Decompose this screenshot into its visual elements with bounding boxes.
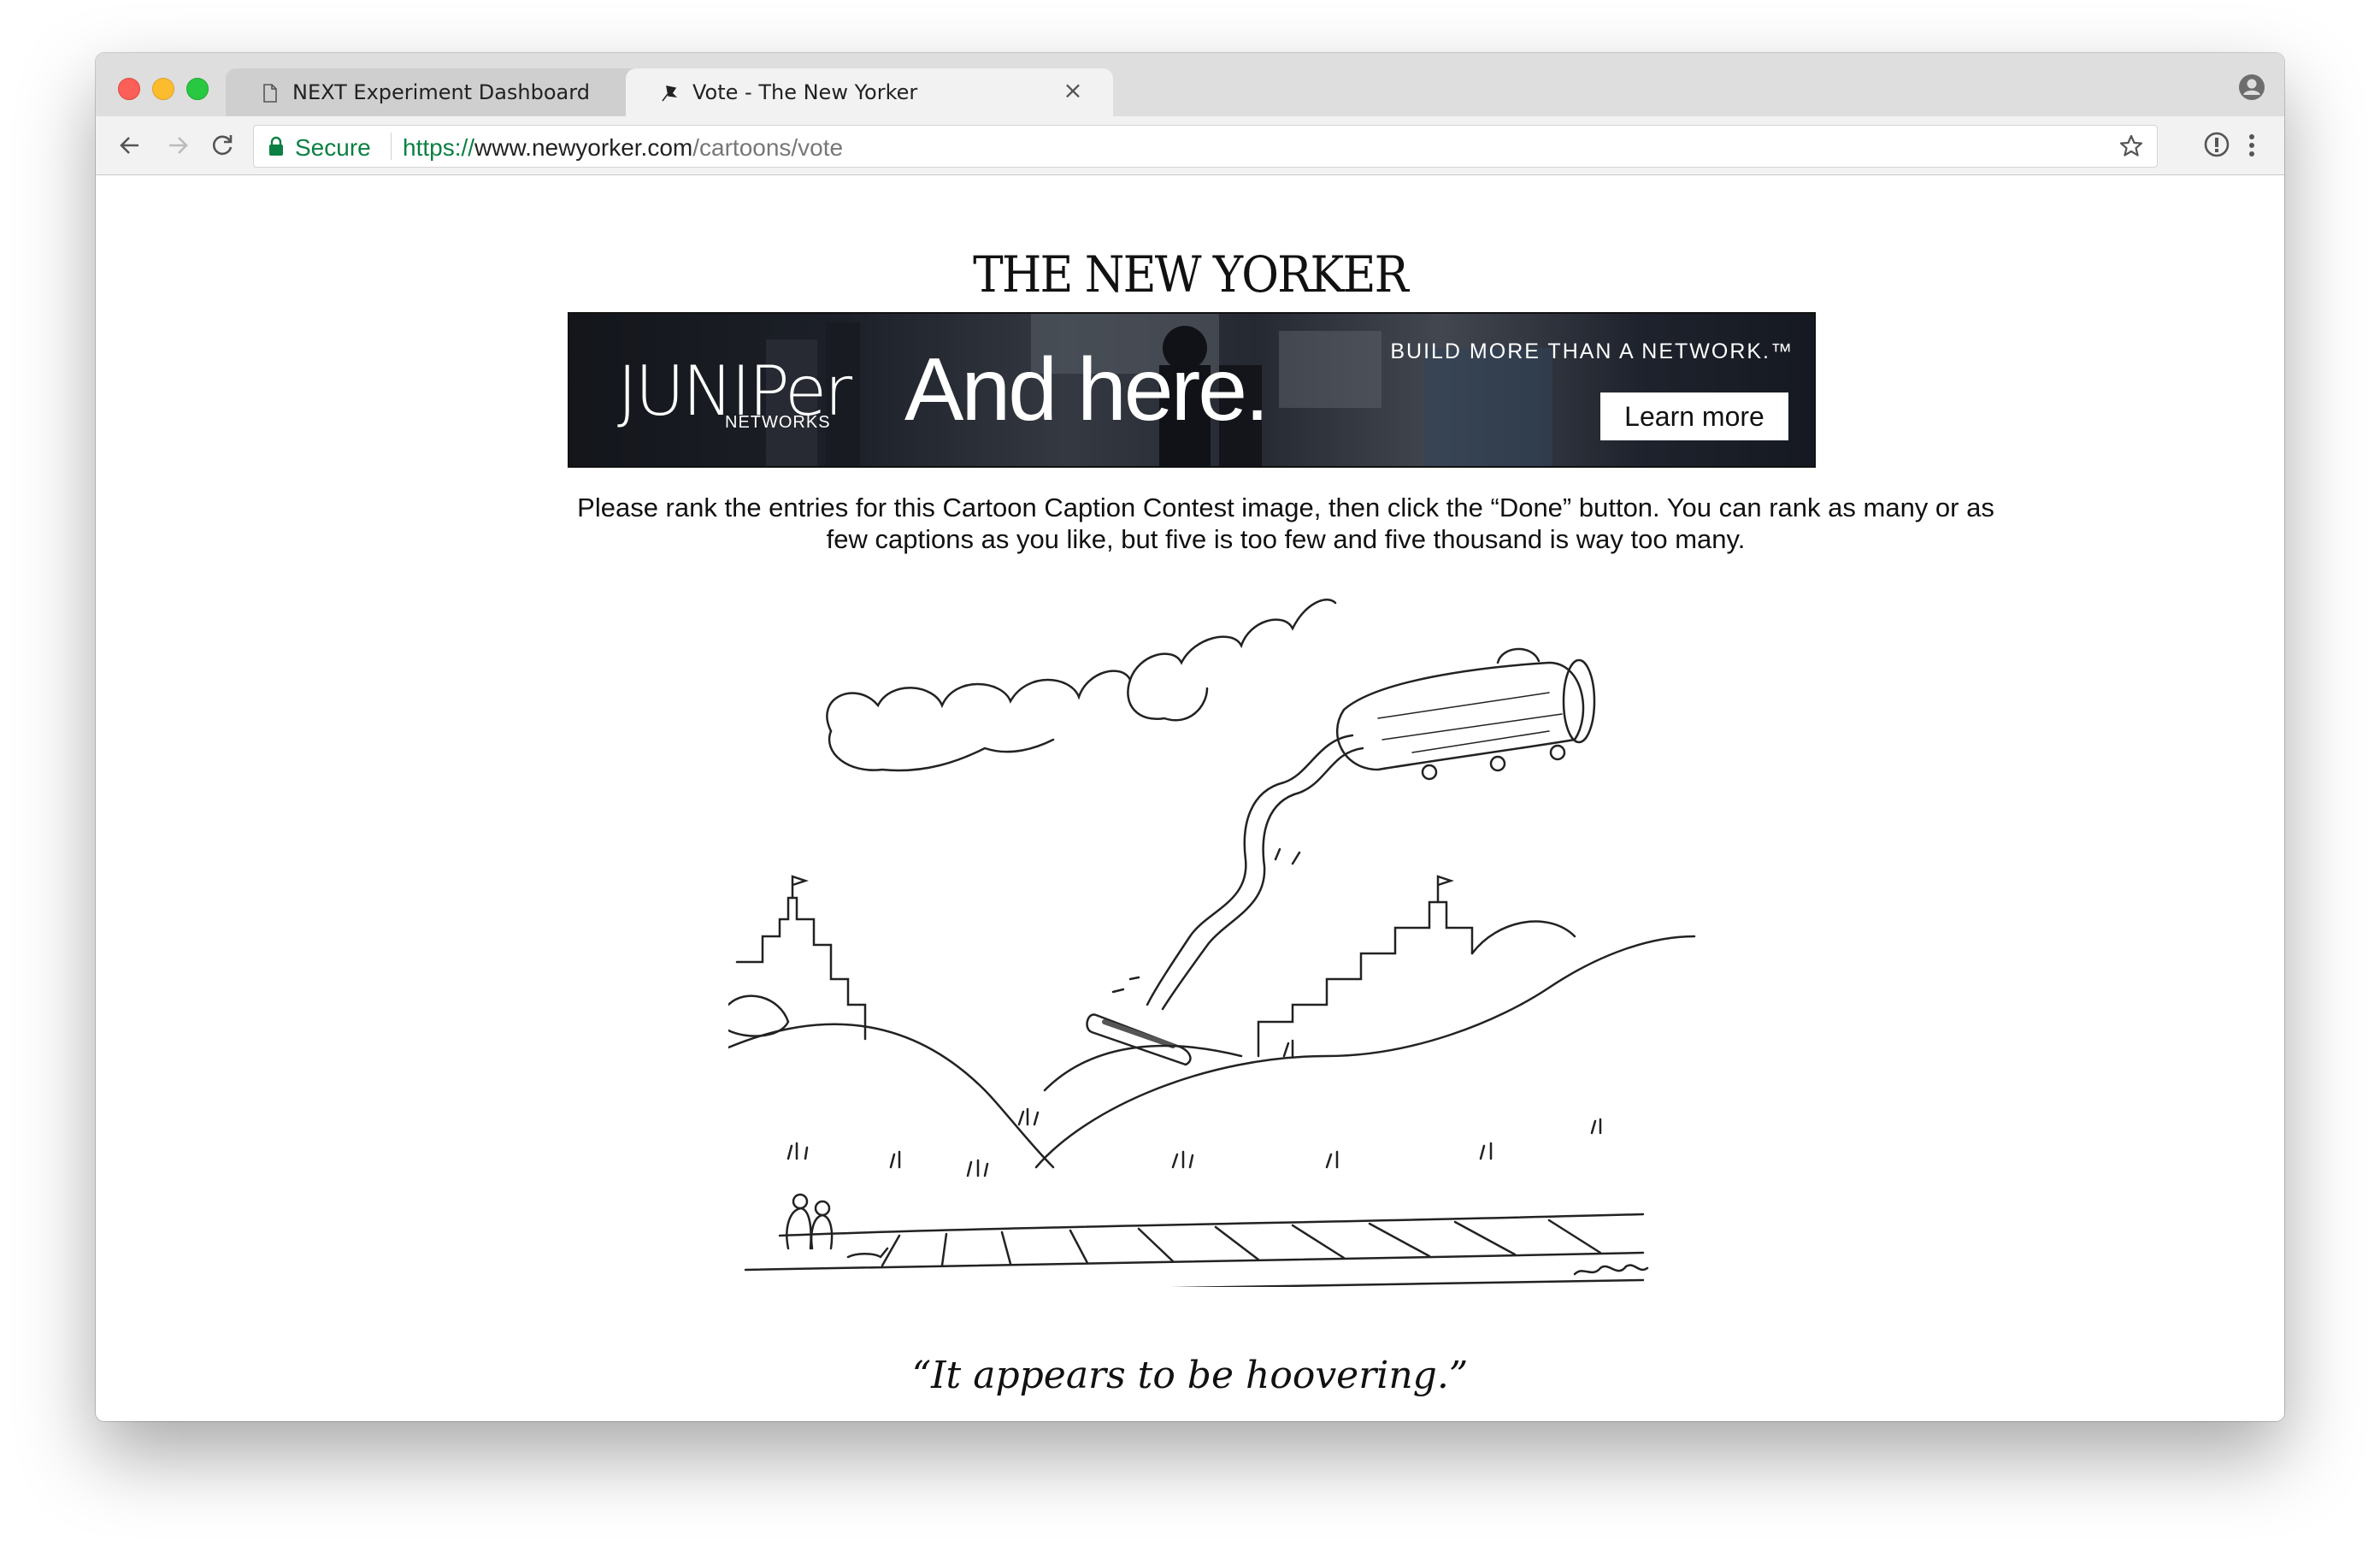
document-icon: [263, 84, 277, 103]
ad-headline: And here.: [904, 340, 1270, 440]
reload-icon[interactable]: [207, 130, 238, 161]
new-yorker-logo[interactable]: THE NEW YORKER: [183, 245, 2196, 304]
url-host: www.newyorker.com: [474, 134, 693, 161]
forward-arrow-icon[interactable]: [162, 130, 193, 161]
secure-label: Secure: [295, 134, 371, 161]
url-text[interactable]: https://www.newyorker.com/cartoons/vote: [403, 134, 843, 162]
bookmark-star-icon[interactable]: [2118, 133, 2145, 160]
caption-text: “It appears to be hoovering.”: [911, 1354, 1469, 1397]
ad-brand-sub: NETWORKS: [725, 413, 831, 432]
tab-title: NEXT Experiment Dashboard: [292, 80, 590, 104]
page-content: THE NEW YORKER JUNIPer NETWORKS And here…: [96, 175, 2284, 1421]
extension-info-icon[interactable]: [2202, 130, 2231, 159]
minimize-window-button[interactable]: [152, 78, 174, 100]
tab-bar: NEXT Experiment Dashboard × Vote - The N…: [96, 53, 2284, 116]
toolbar: Secure https://www.newyorker.com/cartoon…: [96, 116, 2284, 175]
new-yorker-favicon: [662, 86, 678, 102]
tab-new-yorker-vote[interactable]: Vote - The New Yorker ×: [626, 68, 1113, 116]
address-bar[interactable]: Secure https://www.newyorker.com/cartoon…: [253, 125, 2158, 168]
tab-title: Vote - The New Yorker: [692, 80, 918, 104]
browser-window: NEXT Experiment Dashboard × Vote - The N…: [96, 53, 2284, 1421]
flying-vacuum-cartoon: [728, 599, 1696, 1287]
lock-icon: [269, 136, 283, 156]
ad-tagline: BUILD MORE THAN A NETWORK.™: [1390, 339, 1794, 363]
more-menu-icon[interactable]: [2243, 130, 2260, 161]
back-arrow-icon[interactable]: [115, 130, 145, 161]
omnibox-divider: [391, 133, 392, 160]
url-path: /cartoons/vote: [692, 134, 844, 161]
instructions-text: Please rank the entries for this Cartoon…: [577, 493, 1994, 554]
profile-icon[interactable]: [2236, 72, 2267, 103]
url-scheme: https://: [403, 134, 475, 161]
close-window-button[interactable]: [118, 78, 140, 100]
ad-learn-more-button[interactable]: Learn more: [1600, 392, 1788, 440]
advertisement-banner[interactable]: JUNIPer NETWORKS And here. BUILD MORE TH…: [568, 312, 1816, 468]
close-tab-icon[interactable]: ×: [1062, 79, 1084, 103]
zoom-window-button[interactable]: [186, 78, 209, 100]
